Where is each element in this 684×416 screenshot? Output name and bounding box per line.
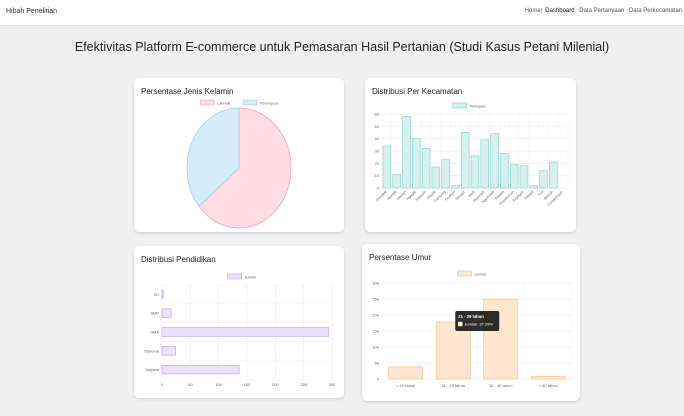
nav-menu: Home| Dashboard Data Pertanyaan Data Perk… bbox=[522, 8, 682, 14]
umur-x-tick: < 20 tahun bbox=[396, 383, 415, 388]
kecamatan-bar bbox=[421, 148, 431, 189]
pendidikan-bar-chart: Jumlah 0 50 100 150 200 250 300 SD SMP SMA Diploma S… bbox=[144, 273, 336, 387]
nav-home[interactable]: Home bbox=[525, 8, 541, 14]
kecamatan-bar bbox=[441, 159, 450, 189]
umur-tooltip-swatch bbox=[458, 321, 463, 327]
umur-x-tick: > 40 tahun bbox=[539, 383, 558, 388]
kecamatan-bar bbox=[412, 138, 421, 189]
umur-y-tick: 300 bbox=[372, 281, 379, 286]
kecamatan-bar-chart: Pekerjaan0102030405060MangkalMonjaliSlem… bbox=[375, 102, 569, 207]
kecamatan-bar bbox=[460, 132, 470, 189]
pendidikan-x-tick: 100 bbox=[215, 382, 222, 387]
pendidikan-bar bbox=[161, 308, 172, 318]
umur-y-tick: 150 bbox=[372, 329, 379, 334]
pendidikan-x-tick: 50 bbox=[188, 382, 193, 387]
nav-data-perkecamatan[interactable]: Data Perkecamatan bbox=[629, 8, 682, 14]
nav-dashboard[interactable]: Dashboard bbox=[545, 8, 574, 14]
kecamatan-x-tick: Mangkal bbox=[375, 190, 388, 203]
umur-chart-card: Persentase Umur Jumlah 0 50 100 150 200 250 300… bbox=[362, 244, 580, 401]
umur-y-tick: 50 bbox=[375, 361, 380, 366]
gender-legend-label: Laki-laki bbox=[217, 102, 230, 106]
kecamatan-bar bbox=[490, 133, 499, 189]
kecamatan-bar bbox=[431, 166, 441, 189]
umur-y-tick: 100 bbox=[372, 345, 379, 350]
kecamatan-x-tick: Minggir bbox=[455, 189, 467, 201]
umur-tooltip-label: Jumlah: 37.29% bbox=[464, 322, 493, 327]
kecamatan-bar bbox=[392, 174, 401, 189]
pendidikan-y-tick: Diploma bbox=[144, 348, 159, 353]
umur-bar-chart: Jumlah 0 50 100 150 200 250 300 < 20 tahun 21 - 2… bbox=[372, 270, 573, 388]
top-navbar: Hibah Penelitian Home| Dashboard Data Per… bbox=[0, 0, 684, 26]
kecamatan-y-tick: 20 bbox=[375, 161, 380, 166]
pendidikan-bar bbox=[161, 289, 164, 300]
umur-x-tick: 21 - 29 tahun bbox=[441, 383, 465, 388]
kecamatan-bar bbox=[451, 185, 460, 189]
pendidikan-y-tick: SMA bbox=[150, 330, 159, 335]
kecamatan-x-tick: Kalasan bbox=[415, 190, 427, 202]
kecamatan-bar bbox=[539, 170, 548, 189]
kecamatan-legend-label: Pekerjaan bbox=[470, 105, 486, 109]
pendidikan-x-tick: 200 bbox=[272, 382, 279, 387]
brand-link[interactable]: Hibah Penelitian bbox=[6, 8, 57, 15]
pendidikan-bar bbox=[161, 346, 176, 356]
kecamatan-x-tick: Turi bbox=[537, 190, 544, 197]
kecamatan-y-tick: 30 bbox=[375, 149, 380, 154]
kecamatan-x-tick: Sleman bbox=[396, 190, 407, 201]
kecamatan-y-tick: 0 bbox=[377, 186, 380, 191]
kecamatan-chart-card: Distribusi Per Kecamatan Pekerjaan 0 10 20 3… bbox=[365, 78, 576, 232]
pendidikan-chart-card: Distribusi Pendidikan Jumlah 0 50 100 150 200… bbox=[134, 246, 344, 398]
gender-legend-swatch bbox=[199, 99, 215, 106]
umur-bar bbox=[388, 366, 424, 380]
kecamatan-bar bbox=[402, 116, 411, 189]
kecamatan-bar bbox=[470, 155, 480, 189]
kecamatan-bar bbox=[500, 153, 509, 189]
kecamatan-bar bbox=[519, 165, 529, 189]
pendidikan-y-tick: SD bbox=[153, 292, 159, 297]
kecamatan-bar bbox=[382, 145, 392, 189]
umur-y-tick: 0 bbox=[377, 377, 380, 382]
kecamatan-bar bbox=[509, 164, 519, 189]
umur-legend-label: Jumlah bbox=[475, 273, 487, 277]
kecamatan-bar bbox=[529, 185, 538, 189]
gender-legend-label: Perempuan bbox=[260, 102, 279, 106]
umur-y-tick: 250 bbox=[372, 297, 379, 302]
pendidikan-bar bbox=[161, 327, 329, 337]
pendidikan-x-tick: 0 bbox=[161, 382, 164, 387]
gender-chart-card: Persentase Jenis Kelamin Laki-laki Peremp… bbox=[134, 78, 344, 232]
kecamatan-bar bbox=[549, 161, 558, 189]
umur-bar bbox=[530, 376, 566, 380]
kecamatan-legend-swatch bbox=[452, 102, 467, 109]
pendidikan-x-tick: 150 bbox=[244, 382, 251, 387]
pendidikan-x-tick: 300 bbox=[329, 382, 336, 387]
pendidikan-legend-label: Jumlah bbox=[245, 276, 257, 280]
umur-x-tick: 30 - 40 tahun bbox=[489, 383, 513, 388]
kecamatan-bar bbox=[480, 139, 490, 189]
pendidikan-legend-swatch bbox=[227, 273, 242, 280]
umur-legend-swatch bbox=[457, 270, 472, 277]
umur-tooltip-title: 21 - 29 tahun bbox=[458, 314, 484, 319]
kecamatan-x-tick: Tempel bbox=[523, 190, 534, 201]
umur-y-tick: 200 bbox=[372, 313, 379, 318]
kecamatan-y-tick: 10 bbox=[375, 173, 380, 178]
kecamatan-y-tick: 60 bbox=[375, 112, 380, 117]
gender-legend-swatch bbox=[242, 99, 258, 106]
nav-data-pertanyaan[interactable]: Data Pertanyaan bbox=[579, 8, 624, 14]
page-title: Efektivitas Platform E-commerce untuk Pe… bbox=[74, 40, 610, 54]
kecamatan-x-tick: Godean bbox=[444, 190, 456, 202]
pendidikan-x-tick: 250 bbox=[300, 382, 307, 387]
kecamatan-y-tick: 40 bbox=[375, 136, 380, 141]
kecamatan-y-tick: 50 bbox=[375, 124, 380, 129]
gender-pie-chart: Laki-laki Perempuan bbox=[186, 99, 292, 229]
pendidikan-bar bbox=[161, 364, 240, 375]
pendidikan-y-tick: SMP bbox=[150, 311, 159, 316]
nav-separator: | bbox=[540, 8, 543, 14]
pendidikan-y-tick: Sarjana bbox=[145, 367, 160, 372]
